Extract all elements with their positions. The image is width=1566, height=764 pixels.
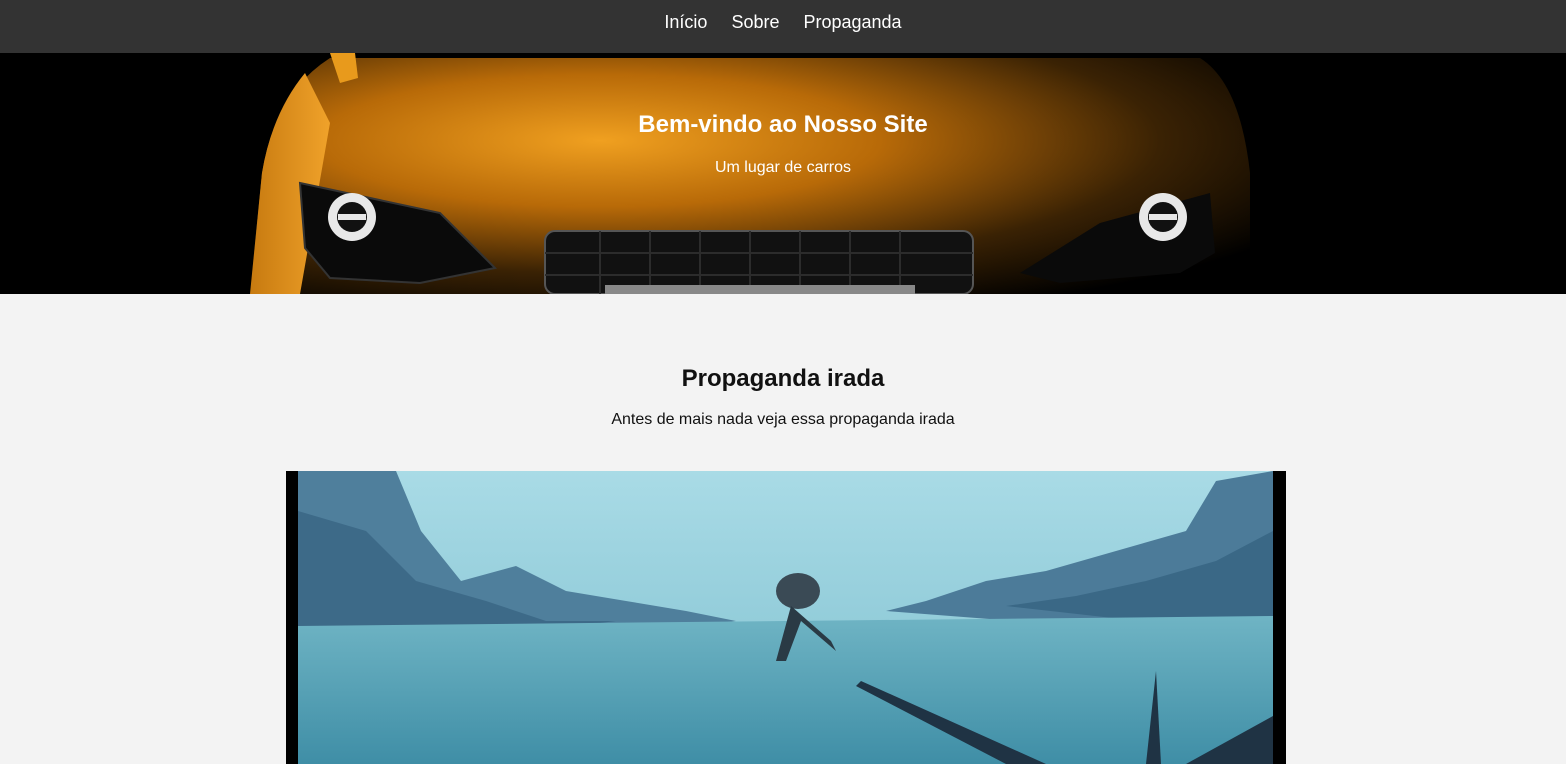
nav-link-inicio[interactable]: Início — [664, 11, 707, 33]
hero-subtitle: Um lugar de carros — [714, 159, 852, 176]
top-nav: Início Sobre Propaganda — [0, 0, 1566, 53]
hero-title: Bem-vindo ao Nosso Site — [638, 111, 928, 138]
nav-link-sobre[interactable]: Sobre — [731, 11, 779, 33]
section-text: Antes de mais nada veja essa propaganda … — [611, 411, 955, 428]
hero-banner: Bem-vindo ao Nosso Site Um lugar de carr… — [0, 53, 1566, 294]
section-title: Propaganda irada — [681, 365, 885, 392]
nav-link-propaganda[interactable]: Propaganda — [803, 11, 901, 33]
video-frame-image — [286, 471, 1286, 764]
ad-video-player[interactable] — [286, 471, 1286, 764]
